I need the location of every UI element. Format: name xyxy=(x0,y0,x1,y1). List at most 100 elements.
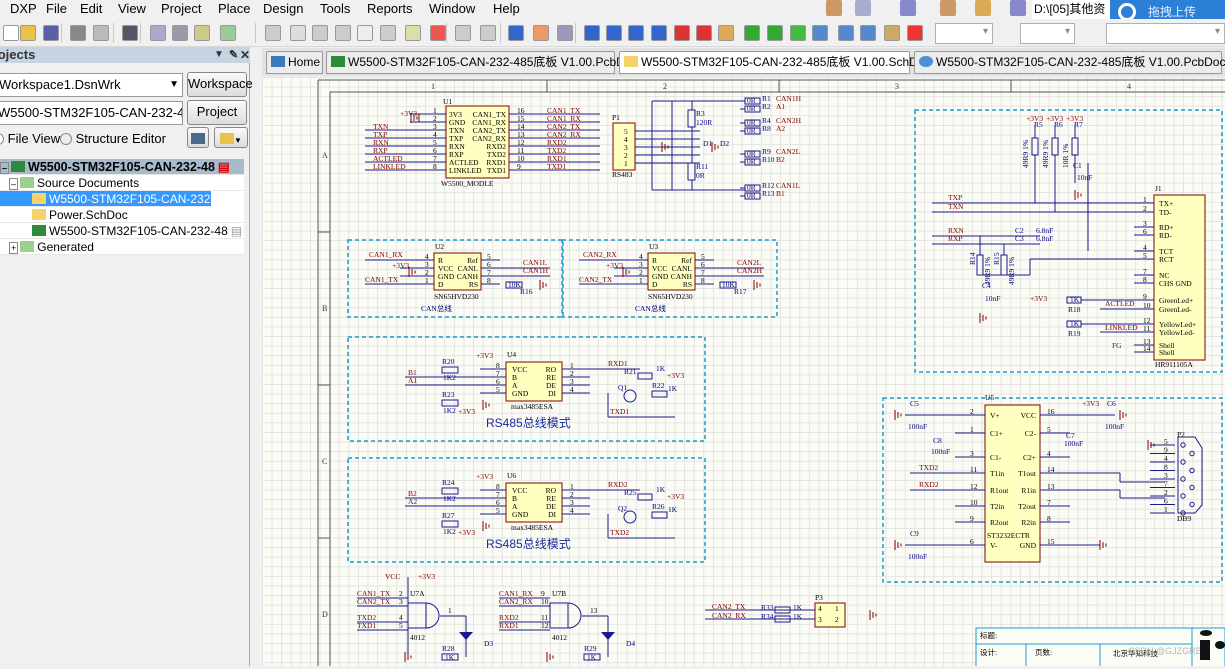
tab-home[interactable]: Home xyxy=(266,51,323,74)
resistor xyxy=(651,511,668,519)
copy-icon[interactable] xyxy=(290,25,306,41)
label: DB9 xyxy=(1177,514,1191,523)
tree-item-generated[interactable]: + Generated xyxy=(0,239,244,255)
label: RXD2 xyxy=(919,480,939,489)
drawing-tool-icon[interactable] xyxy=(940,0,956,16)
port-icon[interactable] xyxy=(838,25,854,41)
tree-item-schdoc-main[interactable]: W5500-STM32F105-CAN-232-48 ▤ xyxy=(0,191,242,207)
save-icon[interactable] xyxy=(43,25,59,41)
cross-select-icon[interactable] xyxy=(405,25,421,41)
off-sheet-icon[interactable] xyxy=(860,25,876,41)
cut-icon[interactable] xyxy=(265,25,281,41)
label: Q1 xyxy=(618,383,627,392)
net-label-icon[interactable] xyxy=(651,25,667,41)
menu-help[interactable]: Help xyxy=(493,0,520,17)
project-options-button[interactable]: ▼ xyxy=(214,127,248,148)
toolbar-combo-2[interactable] xyxy=(1106,23,1225,44)
new-icon[interactable] xyxy=(3,25,19,41)
label: 11 xyxy=(1143,324,1150,333)
workspace-button[interactable]: Workspace xyxy=(187,72,253,97)
tree-item-source-documents[interactable]: – Source Documents xyxy=(0,175,244,191)
label: 8 xyxy=(433,162,437,171)
db9-pin xyxy=(1189,467,1195,474)
harness-icon[interactable] xyxy=(790,25,806,41)
sheet-symbol-icon[interactable] xyxy=(744,25,760,41)
panel-menu-icon[interactable]: ▼ xyxy=(214,47,224,63)
project-field[interactable]: W5500-STM32F105-CAN-232-485底板 xyxy=(0,101,183,125)
schematic-sheet[interactable]: 1 2 3 4 A B C D 3V3 CAN1_TX 1 16 CAN1_TX GND CAN1_RX 2 1… xyxy=(262,77,1225,669)
designator-icon[interactable] xyxy=(884,25,900,41)
drawing-tool-icon[interactable] xyxy=(900,0,916,16)
toolbar-combo-1[interactable] xyxy=(1020,23,1075,44)
workspace-select[interactable]: Workspace1.DsnWrk ▼ xyxy=(0,73,183,97)
cross-probe-icon[interactable] xyxy=(533,25,549,41)
drawing-tool-icon[interactable] xyxy=(826,0,842,16)
label: D2 xyxy=(720,139,729,148)
schematic-canvas[interactable]: 1 2 3 4ABCD3V3 CAN1_TX1 16 CAN1_TXGND CAN1_RX2 1… xyxy=(262,77,1225,669)
close-icon[interactable]: ✕ xyxy=(240,47,250,63)
print-preview-icon[interactable] xyxy=(93,25,109,41)
nand-gate xyxy=(407,602,427,629)
ie-icon xyxy=(919,56,933,67)
label: P1 xyxy=(612,113,620,122)
zoom-fit-icon[interactable] xyxy=(150,25,166,41)
select-icon[interactable] xyxy=(357,25,373,41)
drawing-tool-icon[interactable] xyxy=(1010,0,1026,16)
menu-window[interactable]: Window xyxy=(429,0,475,17)
no-erc-icon[interactable] xyxy=(907,25,923,41)
label: 100nF xyxy=(908,422,927,431)
label: V- xyxy=(990,541,998,550)
zoom-select-icon[interactable] xyxy=(194,25,210,41)
label: GND xyxy=(1020,541,1037,550)
led-icon xyxy=(601,632,615,640)
menu-place[interactable]: Place xyxy=(218,0,251,17)
drawing-tool-icon[interactable] xyxy=(855,0,871,16)
menu-design[interactable]: Design xyxy=(263,0,303,17)
component-icon[interactable] xyxy=(122,25,138,41)
hierarchy-icon[interactable] xyxy=(508,25,524,41)
resistor xyxy=(1071,137,1079,156)
paste-icon[interactable] xyxy=(312,25,328,41)
menu-view[interactable]: View xyxy=(118,0,146,17)
menu-tools[interactable]: Tools xyxy=(320,0,350,17)
structure-editor-radio[interactable]: Structure Editor xyxy=(60,131,166,146)
move-icon[interactable] xyxy=(380,25,396,41)
tree-item-project[interactable]: – W5500-STM32F105-CAN-232-48 ▤ xyxy=(0,159,244,175)
bus-entry-icon[interactable] xyxy=(628,25,644,41)
open-icon[interactable] xyxy=(20,25,36,41)
bus-icon[interactable] xyxy=(606,25,622,41)
label: 8 xyxy=(701,276,705,285)
menu-dxp[interactable]: DXP xyxy=(10,0,37,17)
tab-pcbdoc-htm[interactable]: W5500-STM32F105-CAN-232-485底板 V1.00.PcbD… xyxy=(914,51,1225,74)
label: 49R9 1% xyxy=(1021,140,1030,168)
part-icon[interactable] xyxy=(718,25,734,41)
tab-schdoc[interactable]: W5500-STM32F105-CAN-232-485底板 V1.00.SchD… xyxy=(619,51,930,74)
browse-icon[interactable] xyxy=(557,25,573,41)
menu-project[interactable]: Project xyxy=(161,0,201,17)
zoom-filter-icon[interactable] xyxy=(220,25,236,41)
vcc-power-icon[interactable] xyxy=(696,25,712,41)
print-icon[interactable] xyxy=(70,25,86,41)
zoom-area-icon[interactable] xyxy=(172,25,188,41)
menu-file[interactable]: File xyxy=(46,0,67,17)
redo-icon[interactable] xyxy=(480,25,496,41)
undo-icon[interactable] xyxy=(455,25,471,41)
menu-reports[interactable]: Reports xyxy=(367,0,413,17)
project-button[interactable]: Project xyxy=(187,100,247,125)
compile-button[interactable] xyxy=(187,127,209,148)
drawing-tool-icon[interactable] xyxy=(975,0,991,16)
toolbar-combo-0[interactable] xyxy=(935,23,993,44)
tab-pcbdoc[interactable]: W5500-STM32F105-CAN-232-485底板 V1.00.PcbD… xyxy=(326,51,637,74)
clear-filter-icon[interactable] xyxy=(430,25,446,41)
rubber-stamp-icon[interactable] xyxy=(335,25,351,41)
device-sheet-icon[interactable] xyxy=(812,25,828,41)
menu-edit[interactable]: Edit xyxy=(80,0,102,17)
tree-item-power-schdoc[interactable]: Power.SchDoc xyxy=(0,207,244,223)
sheet-entry-icon[interactable] xyxy=(767,25,783,41)
gnd-power-icon[interactable] xyxy=(674,25,690,41)
pin-icon[interactable]: ✎ xyxy=(229,47,238,63)
tree-item-pcbdoc[interactable]: W5500-STM32F105-CAN-232-48 ▤ xyxy=(0,223,244,239)
upload-label: 拖拽上传 xyxy=(1148,5,1197,19)
wire-icon[interactable] xyxy=(584,25,600,41)
file-view-radio[interactable]: File View xyxy=(0,131,60,146)
